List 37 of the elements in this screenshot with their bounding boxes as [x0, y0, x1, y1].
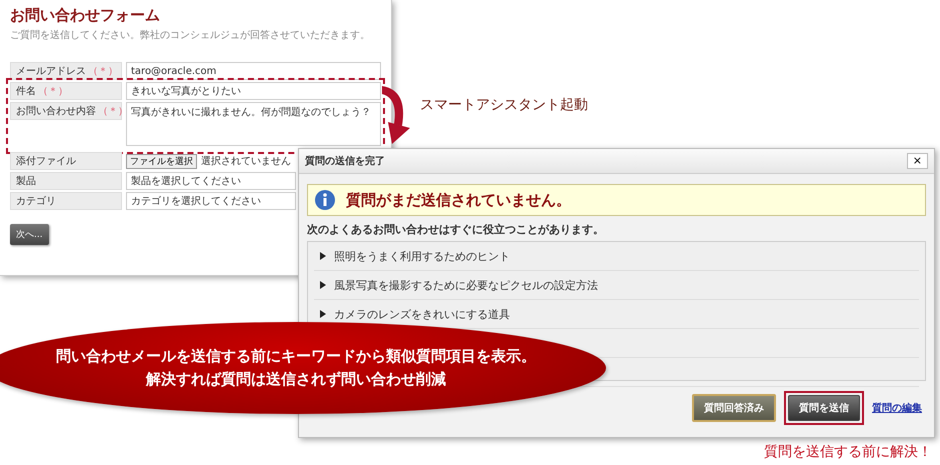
callout-label: スマートアシスタント起動 [420, 96, 588, 114]
faq-link[interactable]: カメラのレンズをきれいにする道具 [334, 306, 510, 322]
action-button[interactable]: 質問回答済み [692, 394, 776, 422]
banner-text: 問い合わせメールを送信する前にキーワードから類似質問項目を表示。 [56, 347, 536, 366]
input-field[interactable]: きれいな写真がとりたい [126, 82, 381, 100]
required-mark: （＊） [98, 105, 128, 118]
intro-text: 次のよくあるお問い合わせはすぐに役立つことがあります。 [307, 222, 605, 237]
form-subtitle: ご質問を送信してください。弊社のコンシェルジュが回答させていただきます。 [10, 28, 370, 42]
file-status: 選択されていません [201, 155, 291, 168]
close-button[interactable]: × [906, 153, 928, 169]
faq-link[interactable]: 照明をうまく利用するためのヒント [334, 248, 510, 264]
alert-message: 質問がまだ送信されていません。 [346, 190, 571, 210]
field-label-text: 件名 [16, 85, 36, 98]
field-label: 添付ファイル [10, 152, 122, 170]
action-button[interactable]: 質問を送信 [788, 395, 860, 421]
text-area[interactable]: 写真がきれいに撮れません。何が問題なのでしょう？ [126, 102, 381, 146]
form-title: お問い合わせフォーム [10, 6, 160, 25]
file-button[interactable]: ファイルを選択 [126, 154, 197, 168]
field-label: カテゴリ [10, 192, 122, 210]
field-label: 製品 [10, 172, 122, 190]
faq-link[interactable]: 風景写真を撮影するために必要なピクセルの設定方法 [334, 278, 598, 292]
banner-text: 解決すれば質問は送信されず問い合わせ削減 [146, 370, 446, 389]
triangle-icon [320, 281, 326, 289]
triangle-icon [320, 252, 326, 260]
select-field[interactable]: 製品を選択してください [126, 172, 296, 190]
input-field[interactable]: taro@oracle.com [126, 62, 381, 80]
next-button[interactable]: 次へ... [10, 224, 49, 245]
field-label-text: メールアドレス [16, 65, 86, 78]
edit-link[interactable]: 質問の編集 [872, 401, 922, 415]
required-mark: （＊） [38, 85, 68, 98]
triangle-icon [320, 310, 326, 318]
required-mark: （＊） [88, 65, 118, 78]
info-icon [314, 189, 336, 211]
dialog-title: 質問の送信を完了 [305, 154, 385, 168]
field-label-text: お問い合わせ内容 [16, 104, 96, 118]
select-field[interactable]: カテゴリを選択してください [126, 192, 296, 210]
note-text: 質問を送信する前に解決！ [764, 444, 932, 460]
